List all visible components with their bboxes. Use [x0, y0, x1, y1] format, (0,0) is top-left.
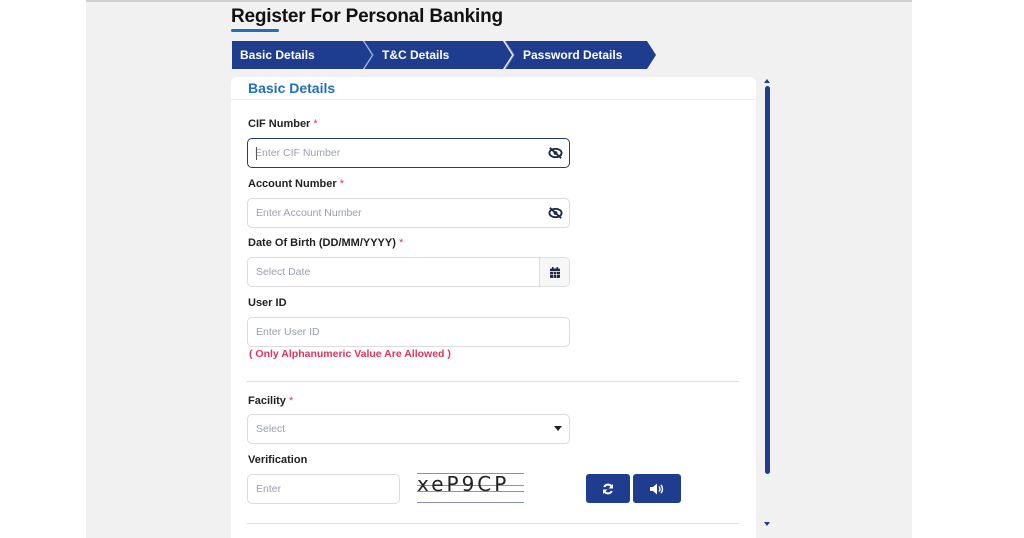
dob-field: [247, 257, 570, 287]
top-divider: [86, 0, 912, 2]
section-divider: [247, 523, 739, 524]
step-label: T&C Details: [382, 48, 450, 62]
registration-stepper: Basic Details T&C Details Password Detai…: [232, 41, 656, 69]
required-marker: *: [398, 237, 404, 249]
captcha-noise-line: [417, 502, 524, 503]
refresh-icon: [603, 483, 613, 494]
required-marker: *: [288, 395, 294, 407]
scrollbar-thumb[interactable]: [765, 86, 770, 474]
captcha-input[interactable]: [248, 475, 399, 503]
step-tc-details[interactable]: T&C Details: [364, 41, 512, 69]
account-field: [247, 198, 570, 228]
scroll-up-arrow-icon[interactable]: [764, 79, 770, 83]
page-title: Register For Personal Banking: [231, 6, 503, 27]
dob-label-text: Date Of Birth (DD/MM/YYYY): [248, 237, 396, 249]
text-cursor: [256, 147, 257, 160]
required-marker: *: [313, 118, 318, 130]
section-divider: [247, 381, 739, 382]
user-id-label: User ID: [248, 297, 287, 309]
dropdown-arrow-icon: [554, 426, 562, 431]
cif-field: [247, 138, 570, 168]
facility-select-value[interactable]: [248, 415, 569, 443]
dob-label: Date Of Birth (DD/MM/YYYY) *: [248, 237, 403, 249]
step-basic-details[interactable]: Basic Details: [232, 41, 372, 69]
toggle-visibility-button[interactable]: [545, 144, 565, 162]
captcha-text: xeP9CP: [417, 472, 510, 496]
toggle-visibility-button[interactable]: [545, 204, 565, 222]
step-label: Password Details: [523, 48, 623, 62]
step-separator: [364, 41, 374, 69]
cif-input[interactable]: [248, 139, 569, 167]
verification-field: [247, 474, 400, 504]
account-label: Account Number *: [248, 178, 344, 190]
eye-slash-icon: [547, 147, 563, 159]
refresh-captcha-button[interactable]: [586, 474, 630, 503]
date-picker-button[interactable]: [539, 258, 569, 286]
required-marker: *: [339, 178, 344, 190]
calendar-icon: [549, 266, 560, 278]
facility-select[interactable]: [247, 414, 570, 444]
section-title: Basic Details: [248, 80, 336, 96]
volume-icon: [649, 483, 663, 494]
cif-label: CIF Number *: [248, 118, 318, 130]
eye-slash-icon: [547, 207, 563, 219]
verification-label: Verification: [248, 454, 308, 466]
card-header: Basic Details: [231, 77, 756, 100]
form-card: Basic Details CIF Number * Account Numbe…: [231, 77, 756, 538]
facility-label: Facility *: [248, 395, 293, 407]
date-of-birth-input[interactable]: [248, 258, 569, 286]
account-number-input[interactable]: [248, 199, 569, 227]
vertical-scrollbar[interactable]: [763, 78, 771, 530]
user-id-input[interactable]: [248, 318, 569, 346]
step-label: Basic Details: [240, 48, 315, 62]
user-id-field: [247, 317, 570, 347]
account-label-text: Account Number: [248, 178, 337, 190]
cif-label-text: CIF Number: [248, 118, 311, 130]
facility-label-text: Facility: [248, 395, 286, 407]
step-password-details[interactable]: Password Details: [505, 41, 656, 69]
captcha-image: xeP9CP: [417, 471, 524, 509]
title-underline: [231, 29, 279, 32]
audio-captcha-button[interactable]: [633, 474, 681, 503]
step-separator: [505, 41, 515, 69]
scroll-down-arrow-icon[interactable]: [764, 522, 770, 526]
user-id-hint: ( Only Alphanumeric Value Are Allowed ): [249, 348, 451, 360]
